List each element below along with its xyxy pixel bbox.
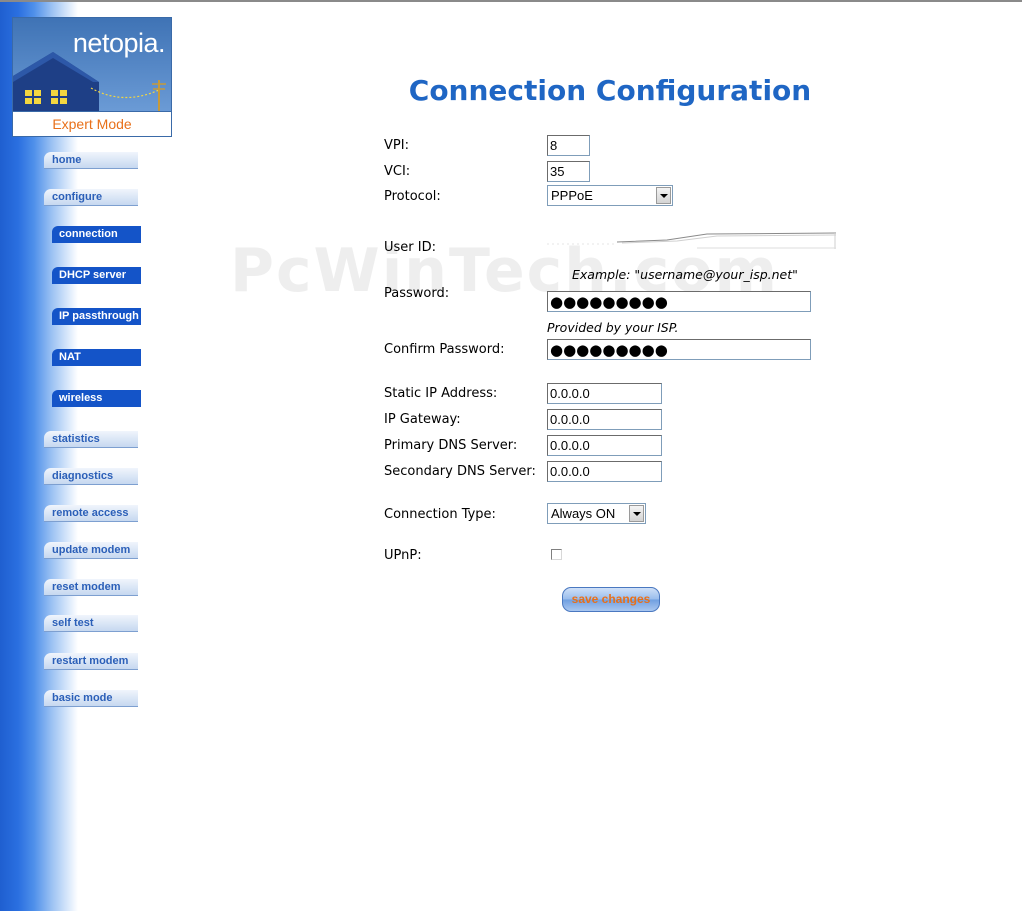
vpi-input[interactable] <box>547 135 590 156</box>
page-title: Connection Configuration <box>408 74 812 107</box>
nav-diagnostics[interactable]: diagnostics <box>44 468 138 485</box>
connection-type-label: Connection Type: <box>384 507 496 522</box>
ip-gateway-label: IP Gateway: <box>384 412 461 427</box>
ip-gateway-input[interactable] <box>547 409 662 430</box>
vpi-label: VPI: <box>384 138 409 153</box>
confirm-password-label: Confirm Password: <box>384 342 505 357</box>
protocol-select[interactable]: PPPoE <box>547 185 673 206</box>
connection-type-select[interactable]: Always ON <box>547 503 646 524</box>
expert-mode-label: Expert Mode <box>13 111 171 136</box>
top-border <box>0 0 1022 2</box>
protocol-selected-value: PPPoE <box>551 188 593 203</box>
secondary-dns-label: Secondary DNS Server: <box>384 464 536 479</box>
static-ip-input[interactable] <box>547 383 662 404</box>
password-label: Password: <box>384 286 450 301</box>
connection-type-selected-value: Always ON <box>551 506 616 521</box>
user-id-hint: Example: "username@your_isp.net" <box>572 267 798 282</box>
upnp-checkbox[interactable] <box>551 549 562 560</box>
nav-connection[interactable]: connection <box>52 226 141 243</box>
save-changes-button[interactable]: save changes <box>562 587 660 612</box>
password-input[interactable] <box>547 291 811 312</box>
nav-reset-modem[interactable]: reset modem <box>44 579 138 596</box>
nav-self-test[interactable]: self test <box>44 615 138 632</box>
sidebar-background <box>0 2 78 911</box>
nav-restart-modem[interactable]: restart modem <box>44 653 138 670</box>
primary-dns-input[interactable] <box>547 435 662 456</box>
primary-dns-label: Primary DNS Server: <box>384 438 518 453</box>
nav-configure[interactable]: configure <box>44 189 138 206</box>
vci-label: VCI: <box>384 164 411 179</box>
chevron-down-icon <box>656 187 671 204</box>
user-id-input[interactable] <box>547 229 836 249</box>
logo-text: netopia. <box>72 28 166 58</box>
confirm-password-input[interactable] <box>547 339 811 360</box>
nav-dhcp-server[interactable]: DHCP server <box>52 267 141 284</box>
nav-ip-passthrough[interactable]: IP passthrough <box>52 308 141 325</box>
protocol-label: Protocol: <box>384 189 441 204</box>
nav-remote-access[interactable]: remote access <box>44 505 138 522</box>
nav-home[interactable]: home <box>44 152 138 169</box>
nav-update-modem[interactable]: update modem <box>44 542 138 559</box>
nav-wireless[interactable]: wireless <box>52 390 141 407</box>
vci-input[interactable] <box>547 161 590 182</box>
nav-nat[interactable]: NAT <box>52 349 141 366</box>
chevron-down-icon <box>629 505 644 522</box>
upnp-label: UPnP: <box>384 548 422 563</box>
static-ip-label: Static IP Address: <box>384 386 498 401</box>
nav-statistics[interactable]: statistics <box>44 431 138 448</box>
user-id-label: User ID: <box>384 240 436 255</box>
secondary-dns-input[interactable] <box>547 461 662 482</box>
password-hint: Provided by your ISP. <box>547 320 679 335</box>
nav-basic-mode[interactable]: basic mode <box>44 690 138 707</box>
